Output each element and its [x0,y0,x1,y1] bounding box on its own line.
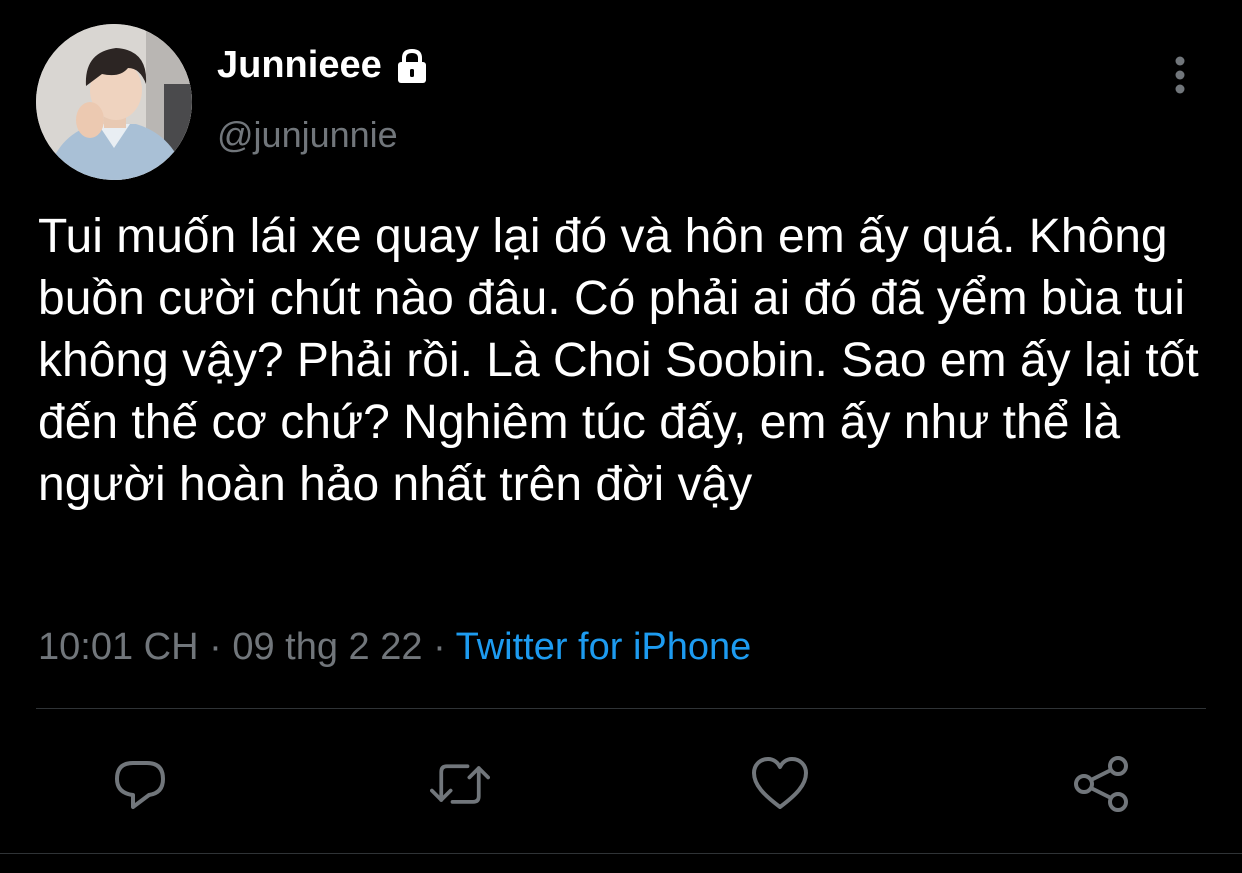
share-button[interactable] [1072,754,1132,814]
lock-icon [392,46,432,86]
tweet-text: Tui muốn lái xe quay lại đó và hôn em ấy… [38,210,1199,511]
user-handle[interactable]: @junjunnie [217,114,398,156]
tweet-meta: 10:01 CH · 09 thg 2 22 · Twitter for iPh… [38,626,751,669]
more-options-button[interactable] [1160,52,1200,98]
avatar-image [36,24,192,180]
retweet-icon [430,764,490,804]
reply-icon [115,761,165,809]
reply-button[interactable] [110,754,170,814]
retweet-button[interactable] [430,754,490,814]
display-name[interactable]: Junnieee [217,44,432,87]
meta-separator: · [433,626,446,668]
more-vertical-icon [1175,56,1185,94]
avatar[interactable] [36,24,192,180]
tweet-date: 09 thg 2 22 [232,626,423,668]
divider [36,708,1206,709]
like-icon [752,757,808,809]
tweet-source-link[interactable]: Twitter for iPhone [456,626,752,668]
bottom-divider [0,853,1242,854]
share-icon [1074,756,1128,812]
tweet-time: 10:01 CH [38,626,199,668]
display-name-text: Junnieee [217,44,382,86]
meta-separator: · [209,626,222,668]
like-button[interactable] [750,754,810,814]
